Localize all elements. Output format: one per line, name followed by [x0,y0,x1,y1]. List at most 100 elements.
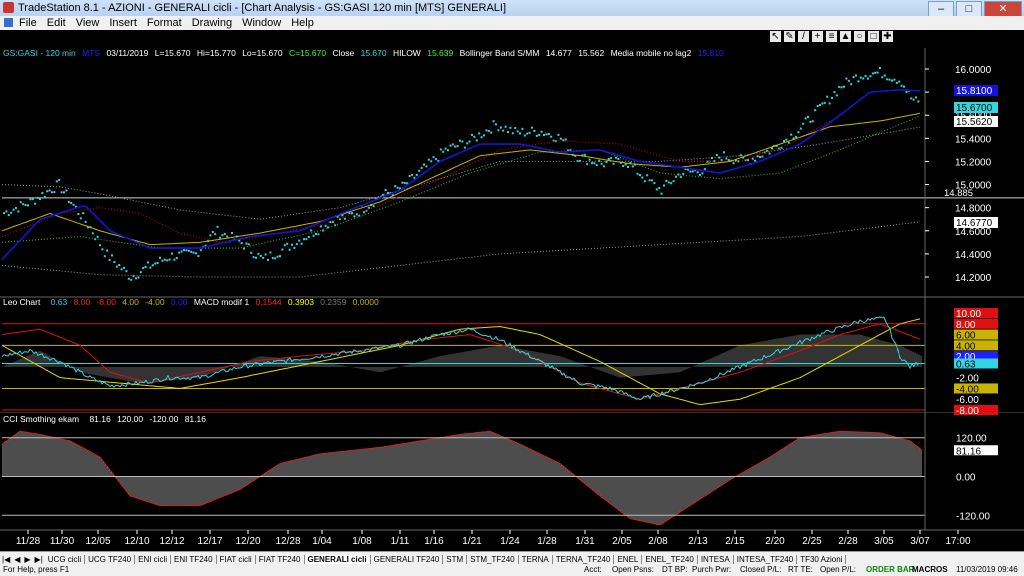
price-tag-label: 15.8100 [956,86,993,97]
menu-edit[interactable]: Edit [42,17,71,29]
time-axis-label: 2/25 [802,536,822,547]
status-order-bar[interactable]: ORDER BAR [866,565,914,574]
tab-stm[interactable]: STM [443,554,468,564]
price-tag-label: 15.6700 [956,103,993,114]
maximize-icon[interactable]: □ [956,1,982,17]
tab-generali-tf240[interactable]: GENERALI TF240 [371,554,444,564]
price-dot [423,163,425,166]
leo-v6: 0.00 [171,297,188,307]
price-dot [595,164,598,167]
tab-ucg-cicli[interactable]: UCG cicli [45,554,86,564]
price-dot [77,213,80,216]
tab-prev-icon[interactable]: ◀ [12,555,22,564]
header-bb-val2: 15.562 [578,48,604,58]
toolbar-arrow-icon[interactable]: ↖ [770,31,781,42]
price-dot [895,81,898,84]
tab-next-icon[interactable]: ▶ [22,555,32,564]
price-dot [331,220,334,223]
price-dot [557,133,560,136]
minimize-icon[interactable]: – [928,1,954,17]
price-dot [252,256,255,259]
tab-intesa-tf240[interactable]: INTESA_TF240 [734,554,798,564]
menu-view[interactable]: View [71,17,105,29]
price-dot [483,134,485,137]
price-dot [48,189,51,192]
menu-insert[interactable]: Insert [104,17,142,29]
price-panel[interactable] [0,48,1024,298]
tab-fiat-tf240[interactable]: FIAT TF240 [256,554,305,564]
tab-intesa[interactable]: INTESA [698,554,734,564]
menu-format[interactable]: Format [142,17,187,29]
tab-eni-tf240[interactable]: ENI TF240 [171,554,217,564]
header-open: L=15.670 [155,48,191,58]
tab-ucg-tf240[interactable]: UCG TF240 [85,554,136,564]
price-dot [665,179,668,182]
tab-terna-tf240[interactable]: TERNA_TF240 [553,554,615,564]
price-dot [394,185,397,188]
menu-bar: File Edit View Insert Format Drawing Win… [0,16,1024,30]
close-icon[interactable]: ✕ [984,1,1022,17]
time-axis-label: 12/12 [159,536,184,547]
toolbar-plus-icon[interactable]: ✚ [882,31,893,42]
menu-window[interactable]: Window [237,17,286,29]
price-dot [12,208,15,211]
price-dot [113,260,116,263]
price-dot [547,133,550,136]
price-dot [739,154,742,157]
toolbar-cross-icon[interactable]: + [812,31,823,42]
price-dot [468,140,471,143]
toolbar-bars-icon[interactable]: ≡ [826,31,837,42]
toolbar-tag-icon[interactable]: ▲ [840,31,851,42]
toolbar-circle-icon[interactable]: ○ [854,31,865,42]
price-dot [250,251,253,254]
cci-v3: -120.00 [149,414,178,424]
chart-area[interactable]: 16.000015.800015.600015.400015.200015.00… [0,30,1024,550]
tab-enel[interactable]: ENEL [614,554,643,564]
price-dot [219,236,221,239]
menu-help[interactable]: Help [286,17,319,29]
price-dot [3,212,5,215]
cci-panel[interactable] [0,413,1024,526]
price-dot [264,253,267,256]
tab-enel-tf240[interactable]: ENEL_TF240 [642,554,698,564]
tab-last-icon[interactable]: ▶| [33,555,45,564]
header-bb-val1: 14.677 [546,48,572,58]
tab-generali-cicli[interactable]: GENERALI cicli [304,554,371,564]
price-dot [559,137,562,140]
toolbar-line-icon[interactable]: / [798,31,809,42]
menu-file[interactable]: File [14,17,42,29]
status-macros[interactable]: MACROS [912,565,948,574]
tab-fiat-cicli[interactable]: FIAT cicli [217,554,256,564]
price-dot [651,179,653,182]
price-dot [485,129,488,132]
time-axis-label: 2/20 [765,536,785,547]
price-dot [759,155,761,158]
toolbar-square-icon[interactable]: □ [868,31,879,42]
price-dot [171,252,173,255]
time-axis-label: 2/15 [725,536,745,547]
price-dot [466,142,469,145]
tab-first-icon[interactable]: |◀ [0,555,12,564]
tab-terna[interactable]: TERNA [519,554,553,564]
price-dot [787,141,790,144]
price-dot [615,156,617,159]
price-dot [679,176,682,179]
price-dot [283,244,286,247]
price-dot [127,277,130,280]
toolbar-pencil-icon[interactable]: ✎ [784,31,795,42]
price-dot [814,109,817,112]
tab-eni-cicli[interactable]: ENI cicli [135,554,171,564]
price-dot [610,157,613,160]
status-acct: Acct: [584,565,602,574]
price-dot [99,244,101,247]
menu-drawing[interactable]: Drawing [187,17,237,29]
price-dot [867,77,869,80]
price-dot [130,278,133,281]
document-icon [4,18,13,27]
tab-stm-tf240[interactable]: STM_TF240 [467,554,519,564]
price-dot [850,83,853,86]
status-bar: For Help, press F1 Acct: Open Psns: DT B… [0,565,1024,576]
price-dot [55,180,58,183]
leo-panel[interactable] [0,298,1024,414]
tab-tf30-azioni[interactable]: TF30 Azioni [797,554,847,564]
